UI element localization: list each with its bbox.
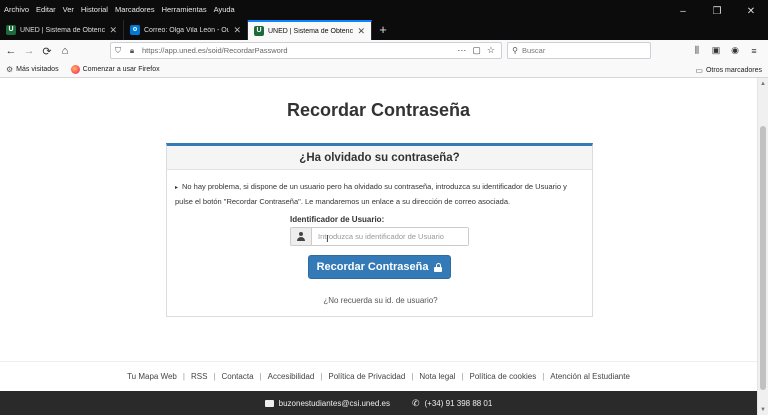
page-actions-icon[interactable]: ⋯: [457, 45, 466, 56]
bookmark-star-icon[interactable]: ☆: [487, 45, 495, 56]
footer-link-privacidad[interactable]: Política de Privacidad: [328, 372, 405, 381]
address-bar[interactable]: ⛉ 🔒︎ https://app.uned.es/soid/RecordarPa…: [110, 42, 502, 59]
tab-title: UNED | Sistema de Obtención d: [20, 26, 106, 34]
menu-ver[interactable]: Ver: [63, 3, 74, 17]
bookmark-most-visited[interactable]: ⚙ Más visitados: [0, 65, 65, 74]
menu-herramientas[interactable]: Herramientas: [162, 3, 207, 17]
navigation-toolbar: ← → ⟳ ⌂ ⛉ 🔒︎ https://app.uned.es/soid/Re…: [0, 40, 768, 62]
email-text: buzonestudiantes@csi.uned.es: [278, 398, 390, 408]
envelope-icon: [264, 399, 274, 407]
search-box[interactable]: ⚲ Buscar: [507, 42, 651, 59]
bookmark-getting-started[interactable]: Comenzar a usar Firefox: [65, 65, 166, 74]
info-text: ▸ No hay problema, si dispone de un usuar…: [175, 180, 575, 208]
bookmark-label: Otros marcadores: [705, 66, 762, 74]
shield-icon[interactable]: ⛉: [111, 46, 125, 56]
close-tab-icon[interactable]: ✕: [233, 25, 241, 36]
new-tab-button[interactable]: +: [372, 20, 394, 40]
outlook-favicon-icon: o: [130, 25, 140, 35]
url-text[interactable]: https://app.uned.es/soid/RecordarPasswor…: [139, 46, 457, 55]
user-icon: [297, 232, 305, 241]
text-cursor-icon: I: [326, 234, 329, 245]
tab-outlook[interactable]: o Correo: Olga Vila León - Outlo ✕: [124, 20, 248, 40]
footer-link-contacta[interactable]: Contacta: [222, 372, 254, 381]
tab-strip: U UNED | Sistema de Obtención d ✕ o Corr…: [0, 20, 394, 40]
pocket-icon[interactable]: ▢: [472, 45, 481, 56]
forgot-user-id-link[interactable]: ¿No recuerda su id. de usuario?: [167, 296, 594, 305]
uned-favicon-icon: U: [6, 25, 16, 35]
panel-heading: ¿Ha olvidado su contraseña?: [167, 146, 592, 170]
tab-uned-1[interactable]: U UNED | Sistema de Obtención d ✕: [0, 20, 124, 40]
web-page: Recordar Contraseña ¿Ha olvidado su cont…: [0, 78, 757, 415]
button-label: Recordar Contraseña: [316, 261, 429, 273]
scrollbar-thumb[interactable]: [760, 126, 766, 390]
lock-icon: [434, 262, 443, 272]
user-addon: [291, 228, 312, 245]
recover-password-panel: ¿Ha olvidado su contraseña? ▸ No hay prob…: [166, 143, 593, 317]
tab-title: Correo: Olga Vila León - Outlo: [144, 26, 230, 34]
info-text-content: No hay problema, si dispone de un usuari…: [175, 182, 567, 206]
menu-historial[interactable]: Historial: [81, 3, 108, 17]
footer-link-nota-legal[interactable]: Nota legal: [419, 372, 455, 381]
toolbar-icons: ⫼ ▣ ◉ ≡: [690, 42, 761, 59]
firefox-icon: [70, 65, 80, 74]
user-id-label: Identificador de Usuario:: [290, 215, 385, 224]
browser-title-bar: Archivo Editar Ver Historial Marcadores …: [0, 0, 768, 40]
footer-link-atencion[interactable]: Atención al Estudiante: [550, 372, 630, 381]
tab-uned-active[interactable]: U UNED | Sistema de Obtención d ✕: [248, 20, 372, 40]
folder-icon: ▭: [695, 65, 703, 75]
user-id-input[interactable]: [312, 228, 468, 245]
footer-email[interactable]: buzonestudiantes@csi.uned.es: [264, 398, 390, 408]
page-scrollbar[interactable]: ▲ ▼: [757, 78, 768, 415]
footer-phone: ✆ (+34) 91 398 88 01: [412, 398, 492, 409]
minimize-button[interactable]: ‒: [666, 0, 700, 22]
menu-icon[interactable]: ≡: [747, 42, 761, 59]
bookmark-label: Comenzar a usar Firefox: [82, 66, 160, 73]
menu-bar: Archivo Editar Ver Historial Marcadores …: [0, 3, 235, 17]
search-icon: ⚲: [512, 46, 518, 55]
bookmarks-toolbar: ⚙ Más visitados Comenzar a usar Firefox …: [0, 62, 768, 78]
forward-button[interactable]: →: [20, 42, 38, 60]
reload-button[interactable]: ⟳: [38, 42, 56, 60]
bookmark-label: Más visitados: [16, 66, 59, 73]
close-window-button[interactable]: ✕: [734, 0, 768, 22]
account-icon[interactable]: ◉: [728, 42, 742, 59]
gear-icon: ⚙: [6, 65, 14, 74]
scroll-up-icon[interactable]: ▲: [758, 81, 768, 87]
tab-title: UNED | Sistema de Obtención d: [268, 27, 354, 35]
footer-contact-bar: buzonestudiantes@csi.uned.es ✆ (+34) 91 …: [0, 391, 757, 415]
maximize-button[interactable]: ❐: [700, 0, 734, 22]
menu-archivo[interactable]: Archivo: [4, 3, 29, 17]
bookmark-other[interactable]: ▭ Otros marcadores: [695, 62, 762, 78]
footer-link-rss[interactable]: RSS: [191, 372, 207, 381]
menu-editar[interactable]: Editar: [36, 3, 56, 17]
recover-password-button[interactable]: Recordar Contraseña: [308, 255, 451, 279]
search-placeholder: Buscar: [522, 46, 546, 55]
uned-favicon-icon: U: [254, 26, 264, 36]
back-button[interactable]: ←: [2, 42, 20, 60]
home-button[interactable]: ⌂: [56, 42, 74, 60]
page-title: Recordar Contraseña: [286, 100, 471, 120]
menu-marcadores[interactable]: Marcadores: [115, 3, 155, 17]
sidebar-icon[interactable]: ▣: [709, 42, 723, 59]
library-icon[interactable]: ⫼: [690, 42, 704, 59]
scroll-down-icon[interactable]: ▼: [758, 407, 768, 413]
footer-link-mapa-web[interactable]: Tu Mapa Web: [127, 372, 177, 381]
footer-link-cookies[interactable]: Política de cookies: [470, 372, 537, 381]
close-tab-icon[interactable]: ✕: [109, 25, 117, 36]
bullet-icon: ▸: [175, 185, 179, 191]
footer-links: Tu Mapa Web | RSS | Contacta | Accesibilida…: [0, 361, 757, 391]
window-controls: ‒ ❐ ✕: [666, 0, 768, 22]
phone-icon: ✆: [411, 397, 420, 408]
user-id-input-group: [290, 227, 469, 246]
footer-link-accesibilidad[interactable]: Accesibilidad: [268, 372, 315, 381]
phone-text: (+34) 91 398 88 01: [424, 398, 493, 408]
menu-ayuda[interactable]: Ayuda: [214, 3, 235, 17]
close-tab-icon[interactable]: ✕: [357, 26, 365, 37]
lock-icon[interactable]: 🔒︎: [125, 46, 139, 56]
